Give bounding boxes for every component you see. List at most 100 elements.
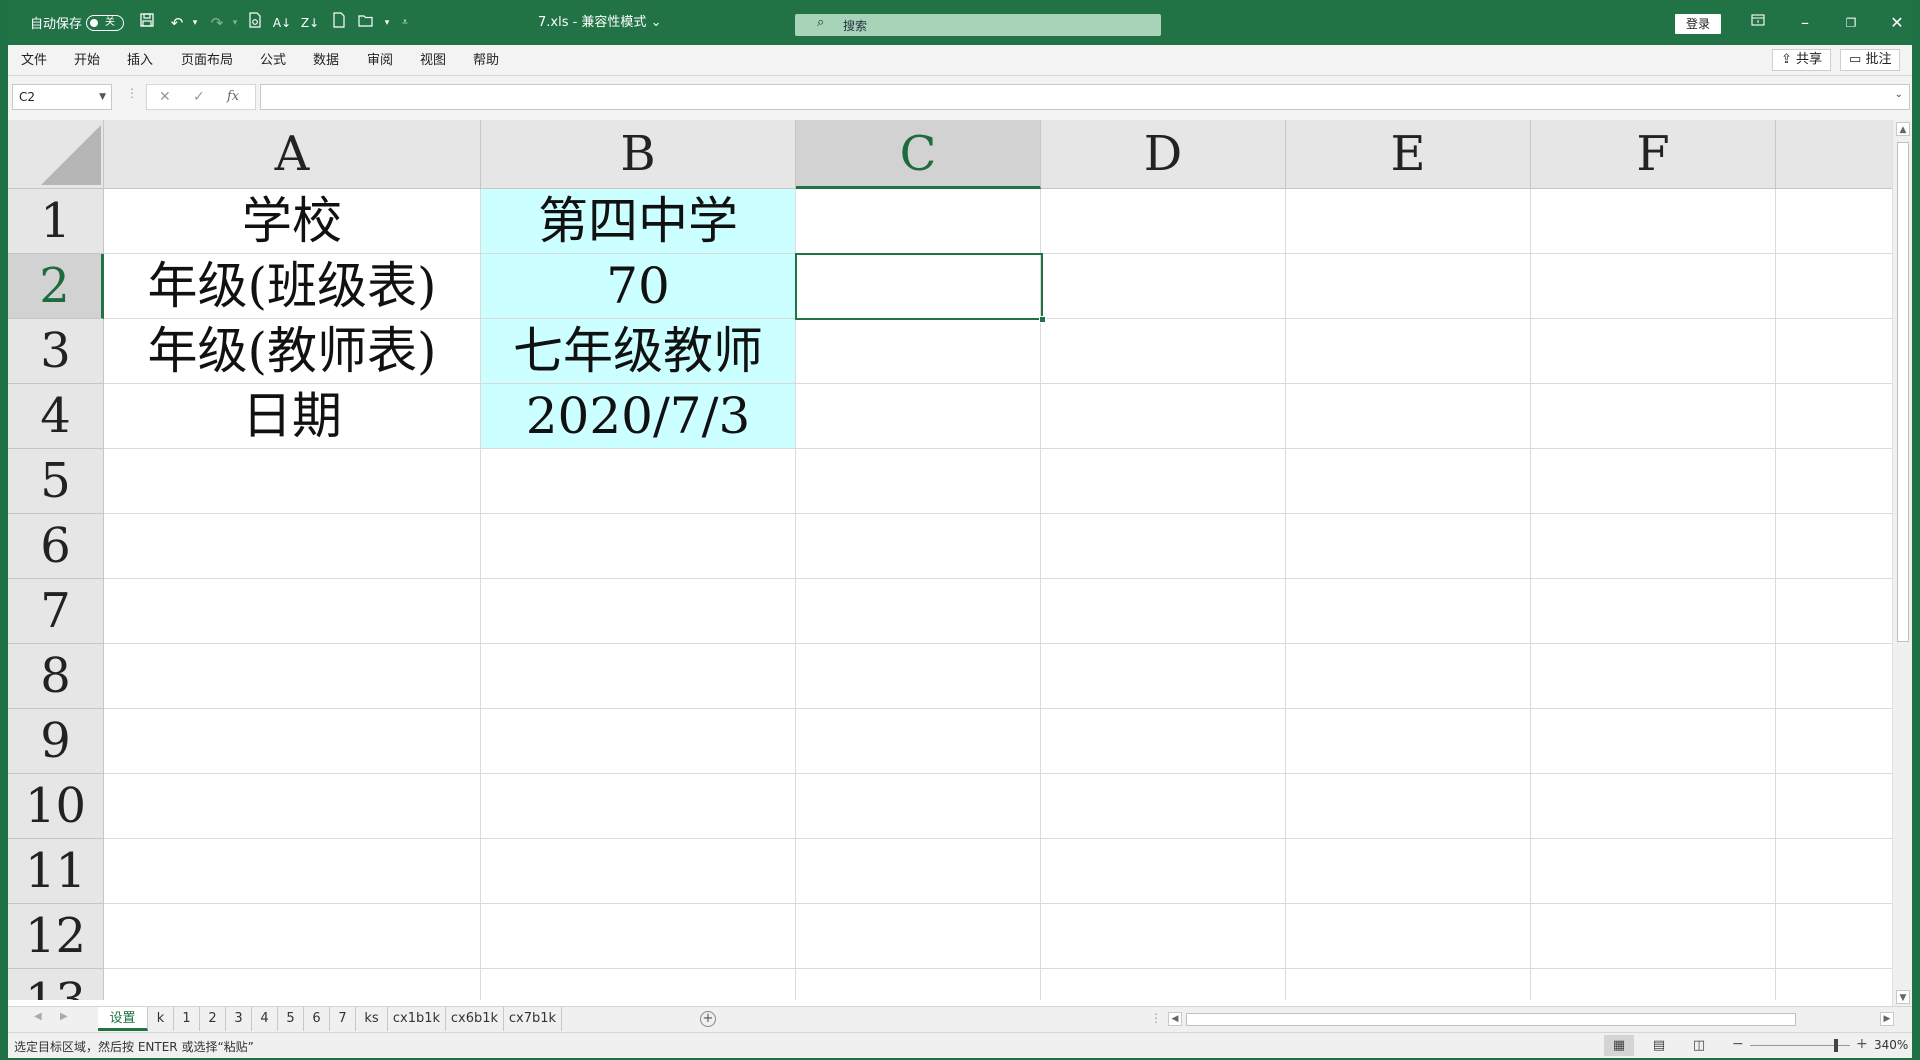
expand-formula-icon[interactable]: ⌄ — [1895, 89, 1903, 100]
close-icon[interactable]: ✕ — [1882, 11, 1912, 35]
cell-f10[interactable] — [1531, 774, 1776, 839]
cell-g3[interactable] — [1776, 319, 1892, 384]
menu-view[interactable]: 视图 — [420, 45, 446, 76]
cell-d11[interactable] — [1041, 839, 1286, 904]
row-header-1[interactable]: 1 — [8, 189, 104, 254]
confirm-entry-icon[interactable]: ✓ — [193, 89, 205, 105]
open-folder-icon[interactable] — [355, 12, 377, 34]
menu-insert[interactable]: 插入 — [127, 45, 153, 76]
row-header-9[interactable]: 9 — [8, 709, 104, 774]
cell-d6[interactable] — [1041, 514, 1286, 579]
cell-e9[interactable] — [1286, 709, 1531, 774]
menu-home[interactable]: 开始 — [74, 45, 100, 76]
cell-f1[interactable] — [1531, 189, 1776, 254]
cell-g2[interactable] — [1776, 254, 1892, 319]
customize-toolbar-icon[interactable]: ⩡ — [394, 12, 416, 34]
cell-f7[interactable] — [1531, 579, 1776, 644]
cell-f11[interactable] — [1531, 839, 1776, 904]
cell-b1[interactable]: 第四中学 — [481, 189, 796, 254]
row-header-11[interactable]: 11 — [8, 839, 104, 904]
cell-c3[interactable] — [796, 319, 1041, 384]
insert-function-icon[interactable]: fx — [227, 89, 239, 104]
cell-g12[interactable] — [1776, 904, 1892, 969]
row-header-6[interactable]: 6 — [8, 514, 104, 579]
cell-f3[interactable] — [1531, 319, 1776, 384]
ribbon-display-icon[interactable] — [1743, 11, 1773, 35]
sheet-tab-9[interactable]: ks — [356, 1007, 388, 1031]
tab-splitter-icon[interactable]: ⋮ — [1150, 1011, 1162, 1025]
cell-a3[interactable]: 年级(教师表) — [104, 319, 481, 384]
cell-a7[interactable] — [104, 579, 481, 644]
sheet-tab-3[interactable]: 2 — [200, 1007, 226, 1031]
sheet-tab-6[interactable]: 5 — [278, 1007, 304, 1031]
cell-a2[interactable]: 年级(班级表) — [104, 254, 481, 319]
row-header-2[interactable]: 2 — [8, 254, 104, 319]
cell-c10[interactable] — [796, 774, 1041, 839]
cell-c11[interactable] — [796, 839, 1041, 904]
cell-d2[interactable] — [1041, 254, 1286, 319]
cell-g1[interactable] — [1776, 189, 1892, 254]
sheet-tab-8[interactable]: 7 — [330, 1007, 356, 1031]
cell-g4[interactable] — [1776, 384, 1892, 449]
cell-e7[interactable] — [1286, 579, 1531, 644]
menu-formulas[interactable]: 公式 — [260, 45, 286, 76]
zoom-out-icon[interactable]: − — [1732, 1036, 1744, 1052]
row-header-3[interactable]: 3 — [8, 319, 104, 384]
formula-input[interactable]: ⌄ — [260, 84, 1910, 110]
cell-d10[interactable] — [1041, 774, 1286, 839]
menu-help[interactable]: 帮助 — [473, 45, 499, 76]
cell-c5[interactable] — [796, 449, 1041, 514]
cell-a12[interactable] — [104, 904, 481, 969]
restore-icon[interactable]: ❐ — [1836, 11, 1866, 35]
cell-d12[interactable] — [1041, 904, 1286, 969]
row-header-10[interactable]: 10 — [8, 774, 104, 839]
cell-c2[interactable] — [796, 254, 1041, 319]
row-header-8[interactable]: 8 — [8, 644, 104, 709]
column-header-c[interactable]: C — [796, 120, 1041, 189]
cell-d4[interactable] — [1041, 384, 1286, 449]
cell-e8[interactable] — [1286, 644, 1531, 709]
column-header-g[interactable]: G — [1776, 120, 1892, 189]
normal-view-icon[interactable]: ▦ — [1604, 1035, 1634, 1056]
sheet-tab-5[interactable]: 4 — [252, 1007, 278, 1031]
cell-f5[interactable] — [1531, 449, 1776, 514]
sheet-tab-7[interactable]: 6 — [304, 1007, 330, 1031]
cell-f6[interactable] — [1531, 514, 1776, 579]
search-box[interactable]: ⌕ 搜索 — [795, 14, 1161, 36]
sort-descending-icon[interactable]: Z↓ — [299, 12, 321, 34]
cell-g6[interactable] — [1776, 514, 1892, 579]
cell-a1[interactable]: 学校 — [104, 189, 481, 254]
cell-a5[interactable] — [104, 449, 481, 514]
cell-a8[interactable] — [104, 644, 481, 709]
row-header-5[interactable]: 5 — [8, 449, 104, 514]
cell-a13[interactable] — [104, 969, 481, 1000]
cell-a11[interactable] — [104, 839, 481, 904]
cell-g8[interactable] — [1776, 644, 1892, 709]
column-header-d[interactable]: D — [1041, 120, 1286, 189]
undo-dropdown-icon[interactable]: ▾ — [184, 12, 206, 34]
cell-e6[interactable] — [1286, 514, 1531, 579]
cell-b7[interactable] — [481, 579, 796, 644]
cell-b13[interactable] — [481, 969, 796, 1000]
cell-a9[interactable] — [104, 709, 481, 774]
cell-g11[interactable] — [1776, 839, 1892, 904]
menu-file[interactable]: 文件 — [21, 45, 47, 76]
column-header-a[interactable]: A — [104, 120, 481, 189]
cell-b3[interactable]: 七年级教师 — [481, 319, 796, 384]
row-header-7[interactable]: 7 — [8, 579, 104, 644]
sheet-tab-10[interactable]: cx1b1k — [388, 1007, 446, 1031]
prev-sheet-icon[interactable]: ◀ — [34, 1011, 42, 1022]
menu-review[interactable]: 审阅 — [367, 45, 393, 76]
cell-b8[interactable] — [481, 644, 796, 709]
page-break-view-icon[interactable]: ◫ — [1684, 1035, 1714, 1056]
cell-c4[interactable] — [796, 384, 1041, 449]
horizontal-scrollbar[interactable]: ◀ ▶ — [1168, 1011, 1894, 1028]
page-layout-view-icon[interactable]: ▤ — [1644, 1035, 1674, 1056]
cell-e10[interactable] — [1286, 774, 1531, 839]
sheet-tab-2[interactable]: 1 — [174, 1007, 200, 1031]
login-button[interactable]: 登录 — [1675, 14, 1721, 34]
cell-a10[interactable] — [104, 774, 481, 839]
cell-b11[interactable] — [481, 839, 796, 904]
scroll-left-icon[interactable]: ◀ — [1168, 1012, 1182, 1026]
cell-d1[interactable] — [1041, 189, 1286, 254]
